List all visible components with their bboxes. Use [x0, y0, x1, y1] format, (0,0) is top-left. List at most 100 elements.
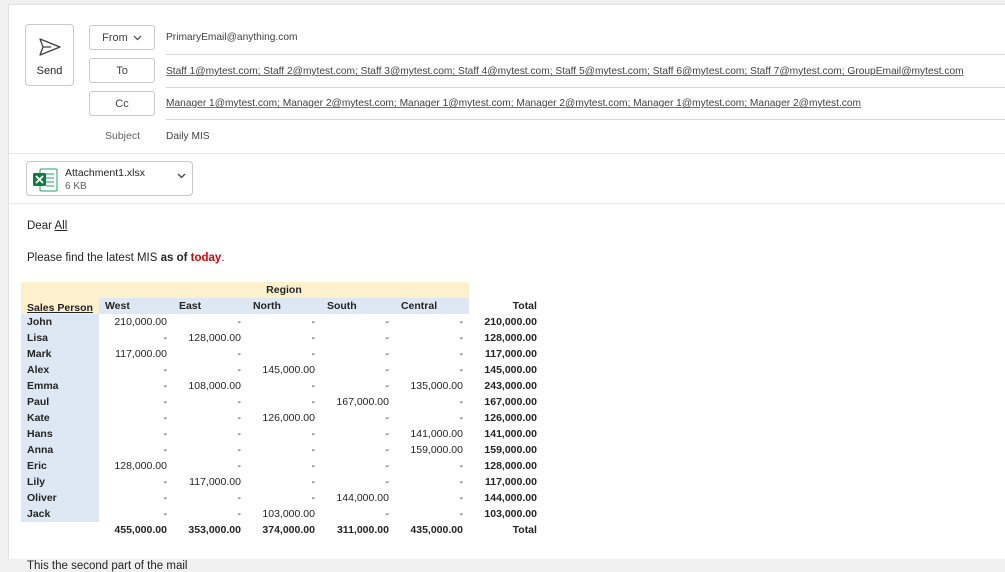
sales-person-cell: Jack: [21, 506, 99, 522]
value-cell: -: [237, 460, 241, 472]
value-cell: -: [311, 348, 315, 360]
sales-person-cell: Eric: [21, 458, 99, 474]
value-cell: -: [459, 412, 463, 424]
value-cell: -: [237, 444, 241, 456]
row-total-cell: 210,000.00: [484, 316, 537, 328]
value-cell: -: [311, 444, 315, 456]
sales-person-cell: Lisa: [21, 330, 99, 346]
column-header-central: Central: [394, 298, 469, 314]
cc-button[interactable]: Cc: [89, 91, 155, 116]
column-total-cell: 435,000.00: [410, 524, 463, 536]
value-cell: 167,000.00: [336, 396, 389, 408]
divider: [166, 54, 1005, 55]
value-cell: -: [237, 364, 241, 376]
value-cell: -: [163, 428, 167, 440]
totals-row: 455,000.00 353,000.00 374,000.00 311,000.00…: [21, 522, 543, 538]
value-cell: -: [459, 492, 463, 504]
value-cell: -: [311, 476, 315, 488]
row-total-cell: 145,000.00: [484, 364, 537, 376]
value-cell: 103,000.00: [262, 508, 315, 520]
value-cell: -: [459, 316, 463, 328]
value-cell: -: [163, 492, 167, 504]
value-cell: 117,000.00: [189, 476, 241, 488]
value-cell: -: [385, 364, 389, 376]
chevron-down-icon[interactable]: [177, 173, 186, 179]
intro-line: Please find the latest MIS as of today.: [27, 252, 225, 264]
value-cell: 144,000.00: [336, 492, 389, 504]
value-cell: 108,000.00: [188, 380, 241, 392]
column-header-south: South: [320, 298, 395, 314]
table-row: Lisa - 128,000.00 - - - 128,000.00: [21, 330, 543, 346]
value-cell: -: [237, 348, 241, 360]
table-row: Hans - - - - 141,000.00 141,000.00: [21, 426, 543, 442]
from-value: PrimaryEmail@anything.com: [166, 32, 298, 43]
value-cell: -: [237, 396, 241, 408]
row-total-cell: 144,000.00: [484, 492, 537, 504]
value-cell: -: [385, 444, 389, 456]
send-icon: [39, 38, 61, 56]
attachment-card[interactable]: Attachment1.xlsx 6 KB: [26, 161, 193, 196]
mis-table: Sales Person Region West East North Sout…: [21, 282, 543, 538]
value-cell: -: [237, 492, 241, 504]
column-total-cell: 311,000.00: [336, 524, 389, 536]
value-cell: -: [385, 348, 389, 360]
from-button[interactable]: From: [89, 25, 155, 50]
sales-person-cell: Mark: [21, 346, 99, 362]
value-cell: 141,000.00: [410, 428, 463, 440]
value-cell: 210,000.00: [114, 316, 167, 328]
table-row: Emma - 108,000.00 - - 135,000.00 243,000.00: [21, 378, 543, 394]
column-total-cell: 353,000.00: [188, 524, 241, 536]
value-cell: -: [163, 380, 167, 392]
excel-file-icon: [33, 168, 58, 192]
row-total-cell: 117,000.00: [484, 348, 537, 360]
column-header-west: West: [98, 298, 173, 314]
value-cell: -: [163, 444, 167, 456]
value-cell: -: [311, 460, 315, 472]
value-cell: -: [311, 316, 315, 328]
value-cell: -: [385, 476, 389, 488]
intro-prefix: Please find the latest MIS: [27, 252, 158, 264]
value-cell: 145,000.00: [262, 364, 315, 376]
intro-today: today: [190, 252, 222, 264]
value-cell: -: [385, 316, 389, 328]
value-cell: -: [163, 508, 167, 520]
sales-person-cell: Paul: [21, 394, 99, 410]
column-header-total: Total: [512, 300, 537, 312]
value-cell: 135,000.00: [410, 380, 463, 392]
sales-person-cell: John: [21, 314, 99, 330]
sales-person-cell: Anna: [21, 442, 99, 458]
cc-field[interactable]: Manager 1@mytest.com; Manager 2@mytest.c…: [166, 98, 861, 109]
sales-person-cell: Alex: [21, 362, 99, 378]
column-header-east: East: [172, 298, 247, 314]
row-total-cell: 141,000.00: [484, 428, 537, 440]
header-spacer: [469, 282, 543, 298]
value-cell: -: [163, 396, 167, 408]
value-cell: -: [385, 508, 389, 520]
intro-bold: as of: [160, 252, 188, 264]
value-cell: 159,000.00: [410, 444, 463, 456]
column-total-cell: Total: [512, 524, 537, 536]
column-total-cell: 374,000.00: [262, 524, 315, 536]
row-total-cell: 128,000.00: [484, 332, 537, 344]
attachment-size: 6 KB: [65, 181, 87, 192]
subject-field[interactable]: Daily MIS: [166, 131, 210, 142]
sales-person-cell: Kate: [21, 410, 99, 426]
value-cell: -: [311, 492, 315, 504]
to-field[interactable]: Staff 1@mytest.com; Staff 2@mytest.com; …: [166, 66, 964, 77]
send-button[interactable]: Send: [25, 24, 74, 86]
table-row: Kate - - 126,000.00 - - 126,000.00: [21, 410, 543, 426]
divider: [9, 203, 1005, 204]
to-button[interactable]: To: [89, 58, 155, 83]
totals-row-spacer: [21, 522, 99, 538]
value-cell: 117,000.00: [115, 348, 167, 360]
value-cell: -: [311, 396, 315, 408]
value-cell: -: [237, 508, 241, 520]
value-cell: -: [385, 380, 389, 392]
attachment-name: Attachment1.xlsx: [65, 167, 145, 179]
value-cell: -: [237, 412, 241, 424]
divider: [166, 87, 1005, 88]
row-total-cell: 243,000.00: [484, 380, 537, 392]
column-total-cell: 455,000.00: [114, 524, 167, 536]
value-cell: -: [459, 364, 463, 376]
value-cell: -: [385, 428, 389, 440]
